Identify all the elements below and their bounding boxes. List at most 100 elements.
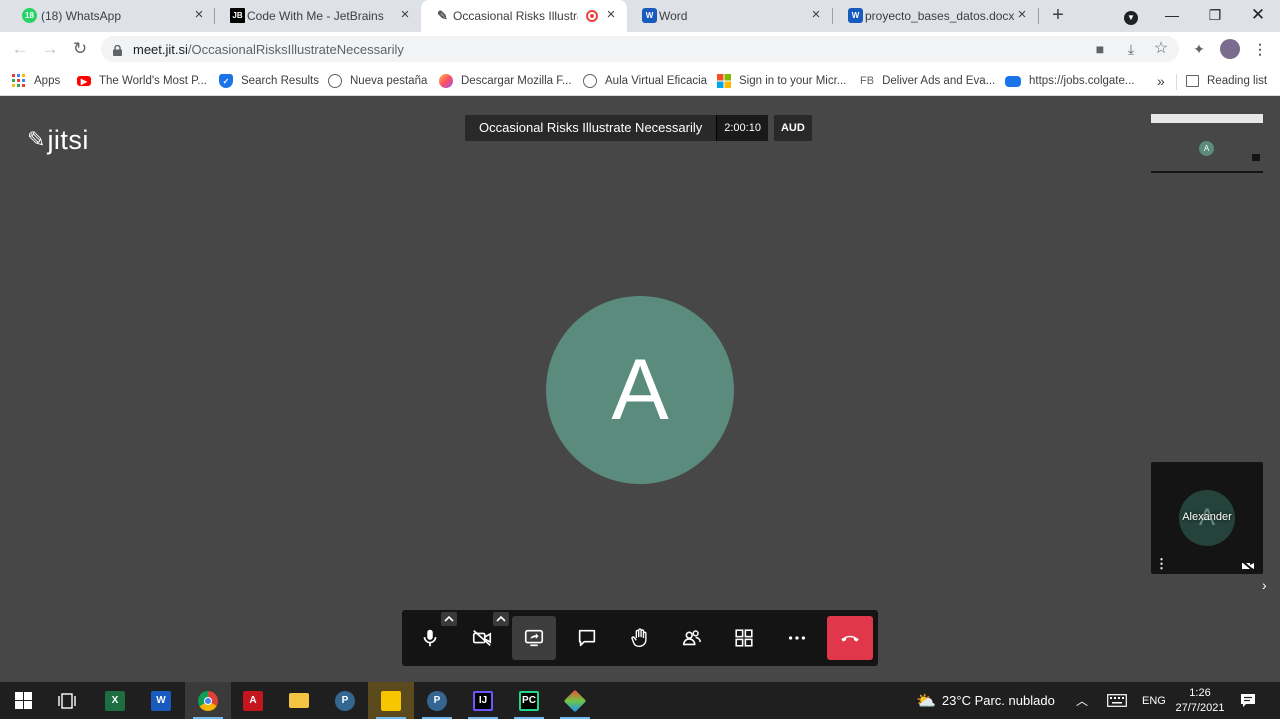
tab-search-icon[interactable]: ▼ bbox=[1119, 4, 1143, 26]
word-icon: W bbox=[642, 8, 657, 23]
camera-in-use-icon[interactable]: ■ bbox=[1091, 40, 1109, 58]
show-hidden-icons-button[interactable]: ︿ bbox=[1076, 682, 1088, 719]
video-muted-icon bbox=[1241, 558, 1255, 572]
raise-hand-button[interactable] bbox=[618, 616, 662, 660]
tile-menu-icon[interactable]: ⋮ bbox=[1155, 556, 1168, 572]
participants-button[interactable] bbox=[670, 616, 714, 660]
tab-proyecto-docx[interactable]: W proyecto_bases_datos.docx × bbox=[834, 0, 1038, 32]
clock-time: 1:26 bbox=[1189, 686, 1211, 699]
start-button[interactable] bbox=[0, 682, 46, 719]
forward-button[interactable]: → bbox=[40, 39, 60, 59]
jitsi-icon: ✎ bbox=[437, 7, 448, 23]
audio-only-badge: AUD bbox=[773, 115, 812, 141]
tab-jitsi[interactable]: ✎ Occasional Risks Illustrate × bbox=[421, 0, 627, 32]
weather-widget[interactable]: ⛅ 23°C Parc. nublado bbox=[916, 682, 1055, 719]
bookmark-microsoft[interactable]: Sign in to your Micr... bbox=[717, 72, 846, 90]
tab-jetbrains[interactable]: JB Code With Me - JetBrains × bbox=[216, 0, 421, 32]
bookmark-star-icon[interactable]: ☆ bbox=[1152, 40, 1170, 58]
git-icon bbox=[563, 689, 587, 712]
windows-logo-icon bbox=[14, 692, 32, 709]
close-icon[interactable]: × bbox=[397, 7, 413, 23]
window-close-button[interactable]: ✕ bbox=[1246, 4, 1270, 26]
profile-avatar[interactable] bbox=[1220, 39, 1240, 59]
self-view-name: Alexander bbox=[1182, 511, 1232, 523]
taskbar-intellij[interactable]: IJ bbox=[460, 682, 506, 719]
tab-whatsapp[interactable]: 18 (18) WhatsApp × bbox=[8, 0, 213, 32]
reading-list-icon bbox=[1186, 75, 1199, 87]
weather-text: 23°C Parc. nublado bbox=[941, 693, 1055, 708]
bookmark-youtube[interactable]: ▶ The World's Most P... bbox=[77, 72, 207, 90]
audio-settings-button[interactable] bbox=[441, 612, 457, 626]
notifications-button[interactable] bbox=[1240, 682, 1256, 719]
tile-view-button[interactable] bbox=[722, 616, 766, 660]
shared-screen-thumbnail[interactable]: A bbox=[1151, 114, 1263, 177]
bookmark-colgate[interactable]: https://jobs.colgate... bbox=[1005, 72, 1134, 90]
back-button[interactable]: ← bbox=[10, 39, 30, 59]
address-bar[interactable]: meet.jit.si/OccasionalRisksIllustrateNec… bbox=[101, 36, 1179, 62]
bookmark-label: Apps bbox=[34, 75, 61, 87]
extensions-icon[interactable]: ✦ bbox=[1190, 40, 1208, 58]
chat-button[interactable] bbox=[565, 616, 609, 660]
bookmark-nueva-pestana[interactable]: Nueva pestaña bbox=[328, 72, 427, 90]
lock-icon[interactable] bbox=[113, 43, 122, 56]
jitsi-logo[interactable]: ✎ jitsi bbox=[27, 123, 89, 157]
clock-date: 27/7/2021 bbox=[1175, 701, 1225, 714]
taskbar-chrome[interactable] bbox=[185, 682, 231, 719]
taskbar-file-explorer[interactable] bbox=[276, 682, 322, 719]
self-view-tile[interactable]: A Alexander ⋮ bbox=[1151, 462, 1263, 574]
video-settings-button[interactable] bbox=[493, 612, 509, 626]
meeting-subject: Occasional Risks Illustrate Necessarily bbox=[465, 115, 717, 141]
tab-label: (18) WhatsApp bbox=[41, 9, 122, 23]
close-icon[interactable]: × bbox=[1014, 7, 1030, 23]
hangup-button[interactable] bbox=[827, 616, 873, 660]
screen-share-button[interactable] bbox=[512, 616, 556, 660]
close-icon[interactable]: × bbox=[808, 7, 824, 23]
windows-taskbar: X W A P P IJ PC ⛅ 23°C Parc. nublado ︿ E… bbox=[0, 682, 1280, 719]
chevron-right-icon[interactable]: › bbox=[1262, 577, 1267, 593]
reading-list-button[interactable]: Reading list bbox=[1186, 72, 1267, 90]
globe-icon bbox=[328, 74, 342, 88]
taskbar-acrobat[interactable]: A bbox=[230, 682, 276, 719]
bookmark-search-results[interactable]: ✓ Search Results bbox=[219, 72, 319, 90]
jitsi-logo-icon: ✎ bbox=[27, 127, 46, 152]
tab-label: Code With Me - JetBrains bbox=[247, 9, 384, 23]
bookmark-mozilla[interactable]: Descargar Mozilla F... bbox=[439, 72, 572, 90]
microphone-icon bbox=[423, 629, 437, 647]
chrome-icon bbox=[198, 690, 218, 711]
bookmarks-overflow-button[interactable]: » bbox=[1157, 72, 1165, 90]
install-app-icon[interactable]: ⤓ bbox=[1122, 40, 1140, 58]
task-view-button[interactable] bbox=[44, 682, 90, 719]
clock[interactable]: 1:26 27/7/2021 bbox=[1172, 682, 1228, 719]
taskbar-pgadmin[interactable]: P bbox=[322, 682, 368, 719]
tab-word[interactable]: W Word × bbox=[628, 0, 832, 32]
bookmarks-bar: Apps ▶ The World's Most P... ✓ Search Re… bbox=[0, 66, 1280, 96]
sticky-notes-icon bbox=[381, 690, 401, 711]
bookmark-label: Sign in to your Micr... bbox=[739, 75, 847, 87]
bookmark-deliver-ads[interactable]: FB Deliver Ads and Eva... bbox=[860, 72, 995, 90]
taskbar-git[interactable] bbox=[552, 682, 598, 719]
tab-divider bbox=[832, 8, 833, 24]
minimize-button[interactable]: — bbox=[1160, 4, 1184, 26]
bookmark-aula-virtual[interactable]: Aula Virtual Eficacia bbox=[583, 72, 707, 90]
browser-tab-strip: 18 (18) WhatsApp × JB Code With Me - Jet… bbox=[0, 0, 1280, 32]
taskbar-word[interactable]: W bbox=[138, 682, 184, 719]
taskbar-pycharm[interactable]: PC bbox=[506, 682, 552, 719]
recording-dot-icon bbox=[586, 10, 598, 22]
new-tab-button[interactable]: + bbox=[1049, 5, 1067, 25]
maximize-button[interactable]: ❐ bbox=[1203, 4, 1227, 26]
acrobat-icon: A bbox=[243, 690, 263, 711]
close-icon[interactable]: × bbox=[603, 7, 619, 23]
reload-button[interactable]: ↻ bbox=[70, 39, 90, 59]
bookmarks-divider bbox=[1176, 74, 1177, 90]
chat-icon bbox=[578, 629, 596, 647]
more-options-button[interactable] bbox=[775, 616, 819, 660]
close-icon[interactable]: × bbox=[191, 7, 207, 23]
bookmark-apps[interactable]: Apps bbox=[12, 72, 60, 90]
taskbar-sticky-notes[interactable] bbox=[368, 682, 414, 719]
screen-share-icon bbox=[524, 629, 544, 647]
menu-kebab-icon[interactable]: ⋮ bbox=[1251, 40, 1269, 58]
touch-keyboard-button[interactable] bbox=[1107, 682, 1127, 719]
input-language[interactable]: ENG bbox=[1142, 682, 1166, 719]
taskbar-postgres[interactable]: P bbox=[414, 682, 460, 719]
taskbar-excel[interactable]: X bbox=[92, 682, 138, 719]
